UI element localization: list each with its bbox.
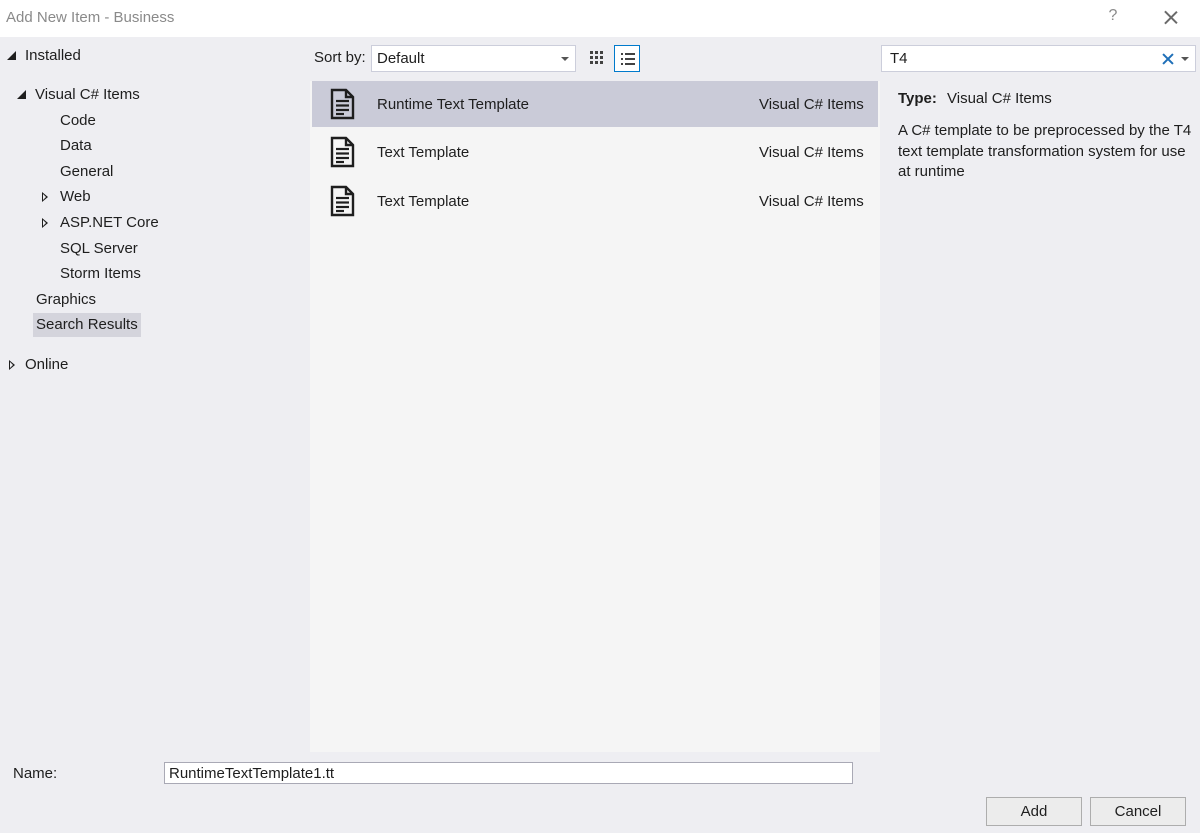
tree-node-label: ASP.NET Core [60,214,159,231]
clear-search-icon[interactable] [1161,52,1175,66]
item-description: A C# template to be preprocessed by the … [898,122,1192,180]
expanded-arrow-icon[interactable] [17,90,26,99]
item-name: Runtime Text Template [377,96,530,113]
tree-node-label: Web [60,188,91,205]
list-view-button[interactable] [614,45,640,72]
tree-node-label: Graphics [36,291,97,308]
close-icon[interactable] [1160,7,1182,29]
tree-node-code[interactable]: Code [57,109,99,133]
tree-node-label: Online [25,356,69,373]
type-label: Type: [898,90,937,107]
tree-node-label: Visual C# Items [35,86,140,103]
tree-node-label: SQL Server [60,240,138,257]
tree-node-label: Data [60,137,92,154]
text-document-icon [330,136,355,168]
search-box [881,45,1196,72]
tree-node-label: Storm Items [60,265,141,282]
tree-node-visual-csharp[interactable]: Visual C# Items [0,83,300,107]
tree-node-installed[interactable]: Installed [0,44,300,68]
type-value: Visual C# Items [947,90,1052,107]
expanded-arrow-icon[interactable] [7,51,16,60]
item-category: Visual C# Items [759,193,864,210]
list-item[interactable]: Text Template Visual C# Items [312,178,878,224]
sort-by-label: Sort by: [314,49,366,66]
list-item[interactable]: Runtime Text Template Visual C# Items [312,81,878,127]
add-button[interactable]: Add [986,797,1082,826]
item-category: Visual C# Items [759,96,864,113]
tree-node-label: Code [60,112,96,129]
sort-by-value: Default [377,50,425,67]
tree-node-web[interactable]: Web [40,185,160,209]
collapsed-arrow-icon[interactable] [42,218,48,228]
collapsed-arrow-icon[interactable] [9,360,15,370]
item-name: Text Template [377,144,470,161]
chevron-down-icon [561,57,569,61]
text-document-icon [330,185,355,217]
search-input[interactable] [890,50,1150,67]
item-name: Text Template [377,193,470,210]
template-list: Runtime Text Template Visual C# Items Te… [310,81,880,752]
text-document-icon [330,88,355,120]
help-icon[interactable]: ? [1106,7,1120,29]
tree-node-general[interactable]: General [57,160,116,184]
window-title: Add New Item - Business [6,9,175,26]
grid-icon [590,51,604,65]
cancel-button[interactable]: Cancel [1090,797,1186,826]
name-label: Name: [13,765,58,782]
sort-by-dropdown[interactable]: Default [371,45,576,72]
tree-node-label: Installed [25,47,81,64]
tree-node-label: Search Results [36,316,138,333]
tree-node-data[interactable]: Data [57,134,95,158]
tree-node-aspnet-core[interactable]: ASP.NET Core [40,211,200,235]
name-field[interactable] [164,762,853,784]
tree-node-label: General [60,163,114,180]
collapsed-arrow-icon[interactable] [42,192,48,202]
grid-view-button[interactable] [584,45,610,72]
list-item[interactable]: Text Template Visual C# Items [312,129,878,175]
item-category: Visual C# Items [759,144,864,161]
tree-node-search-results[interactable]: Search Results [33,313,141,337]
list-icon [621,53,635,65]
tree-node-online[interactable]: Online [0,353,300,377]
chevron-down-icon[interactable] [1181,57,1189,61]
title-bar: Add New Item - Business ? [0,0,1200,37]
tree-node-sql-server[interactable]: SQL Server [57,237,141,261]
tree-node-graphics[interactable]: Graphics [33,288,99,312]
tree-node-storm-items[interactable]: Storm Items [57,262,144,286]
